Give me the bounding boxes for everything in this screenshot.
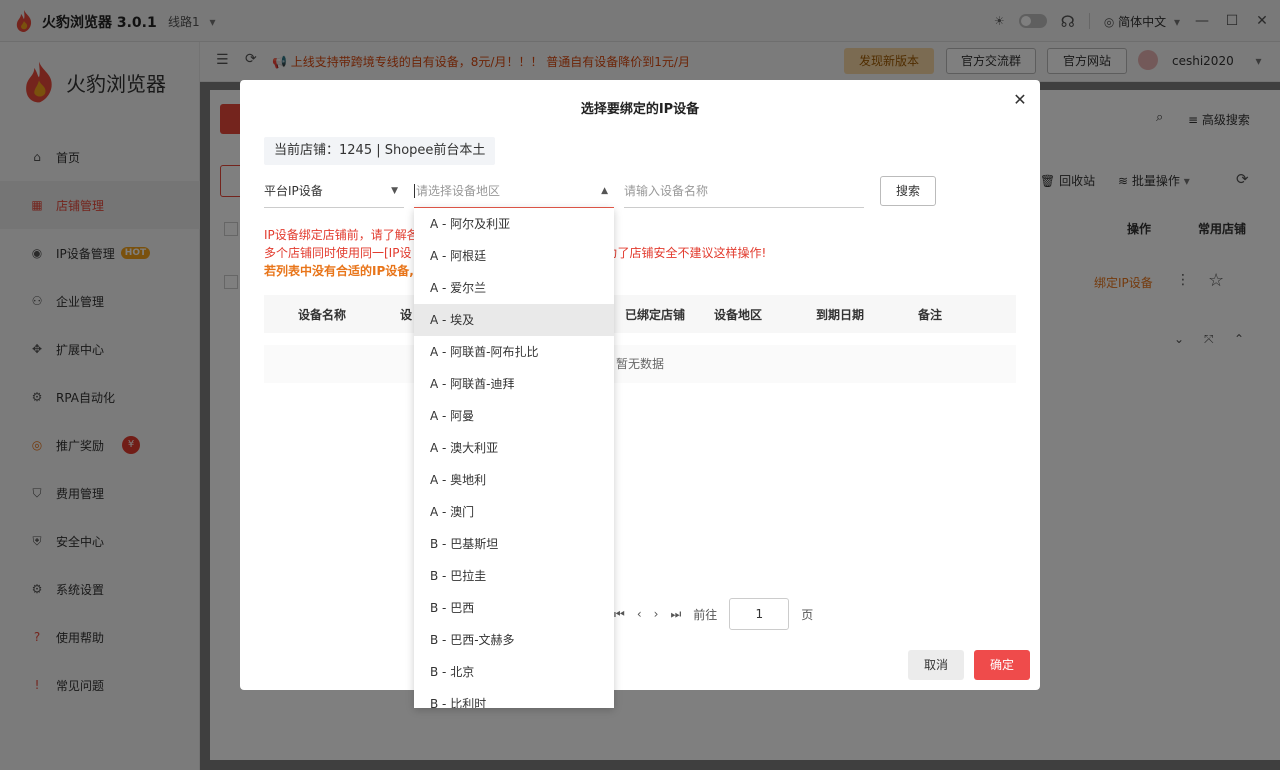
- region-option[interactable]: A - 爱尔兰: [414, 272, 614, 304]
- region-option[interactable]: A - 阿联酋-迪拜: [414, 368, 614, 400]
- next-page-icon[interactable]: ›: [654, 607, 659, 621]
- caret-down-icon: ▼: [391, 186, 398, 196]
- prev-page-icon[interactable]: ‹: [637, 607, 642, 621]
- region-option[interactable]: A - 澳门: [414, 496, 614, 528]
- first-page-icon[interactable]: ⏮: [614, 607, 625, 622]
- bind-ip-dialog: 选择要绑定的IP设备 ✕ 当前店铺：1245 | Shopee前台本土 平台IP…: [240, 80, 1040, 690]
- cancel-button[interactable]: 取消: [908, 650, 964, 680]
- pagination: ⏮ ‹ › ⏭ 前往 1 页: [614, 598, 813, 630]
- column-device-type: 设: [400, 307, 413, 322]
- device-table-header: 设备名称 设 已绑定店铺 设备地区 到期日期 备注: [264, 295, 1016, 333]
- device-name-input[interactable]: 请输入设备名称: [624, 178, 864, 208]
- region-select[interactable]: 请选择设备地区 ▲: [414, 178, 614, 208]
- region-option[interactable]: A - 阿联酋-阿布扎比: [414, 336, 614, 368]
- column-device-region: 设备地区: [714, 307, 763, 322]
- platform-select[interactable]: 平台IP设备 ▼: [264, 178, 404, 208]
- region-option[interactable]: A - 澳大利亚: [414, 432, 614, 464]
- caret-up-icon: ▲: [601, 186, 608, 196]
- region-option[interactable]: A - 奥地利: [414, 464, 614, 496]
- current-shop-tag: 当前店铺：1245 | Shopee前台本土: [264, 137, 496, 165]
- page-number-input[interactable]: 1: [729, 598, 790, 630]
- region-option[interactable]: B - 巴拉圭: [414, 560, 614, 592]
- column-bound-shops: 已绑定店铺: [625, 307, 686, 322]
- dialog-close-button[interactable]: ✕: [1012, 92, 1028, 108]
- region-option[interactable]: A - 阿尔及利亚: [414, 208, 614, 240]
- search-button[interactable]: 搜索: [880, 176, 936, 206]
- dialog-title: 选择要绑定的IP设备: [580, 102, 700, 117]
- region-option[interactable]: B - 北京: [414, 656, 614, 688]
- region-option[interactable]: A - 阿曼: [414, 400, 614, 432]
- column-expiry-date: 到期日期: [816, 307, 865, 322]
- warning-no-device: 若列表中没有合适的IP设备,: [264, 264, 414, 278]
- goto-label: 前往: [693, 607, 718, 622]
- region-option[interactable]: B - 巴西-文赫多: [414, 624, 614, 656]
- last-page-icon[interactable]: ⏭: [670, 607, 681, 622]
- region-option[interactable]: B - 巴基斯坦: [414, 528, 614, 560]
- page-unit-label: 页: [801, 607, 814, 622]
- region-option[interactable]: A - 阿根廷: [414, 240, 614, 272]
- empty-state: 暂无数据: [264, 345, 1016, 383]
- region-option[interactable]: B - 比利时: [414, 688, 614, 708]
- region-dropdown: A - 阿尔及利亚 A - 阿根廷 A - 爱尔兰 A - 埃及 A - 阿联酋…: [414, 208, 614, 708]
- confirm-button[interactable]: 确定: [974, 650, 1030, 680]
- region-option[interactable]: A - 埃及: [414, 304, 614, 336]
- region-option[interactable]: B - 巴西: [414, 592, 614, 624]
- column-remark: 备注: [918, 307, 943, 322]
- column-device-name: 设备名称: [298, 307, 347, 322]
